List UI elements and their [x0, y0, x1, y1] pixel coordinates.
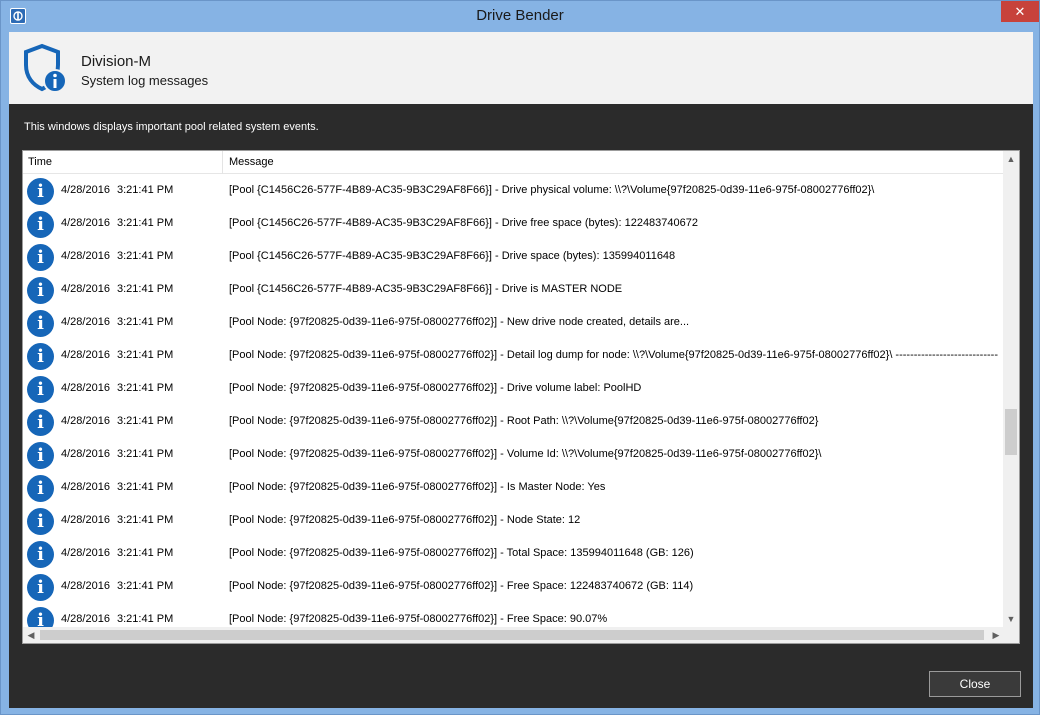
row-time: 3:21:41 PM: [117, 382, 174, 394]
row-message: [Pool {C1456C26-577F-4B89-AC35-9B3C29AF8…: [229, 217, 698, 229]
dialog-body: Division-M System log messages This wind…: [9, 32, 1033, 708]
row-time: 3:21:41 PM: [117, 184, 174, 196]
log-rows: i 4/28/2016 3:21:41 PM [Pool {C1456C26-577F…: [23, 174, 1004, 627]
row-message: [Pool Node: {97f20825-0d39-11e6-975f-080…: [229, 580, 694, 592]
info-icon: i: [27, 508, 54, 535]
table-row[interactable]: i 4/28/2016 3:21:41 PM [Pool Node: {97f2082…: [23, 504, 1004, 537]
info-icon: i: [27, 178, 54, 205]
description-text: This windows displays important pool rel…: [24, 121, 319, 133]
row-time: 3:21:41 PM: [117, 547, 174, 559]
row-time: 3:21:41 PM: [117, 349, 174, 361]
scroll-right-arrow[interactable]: ▶: [988, 627, 1004, 643]
window-title: Drive Bender: [476, 7, 564, 24]
column-header: Time Message: [23, 151, 1004, 174]
column-header-time[interactable]: Time: [28, 156, 52, 168]
row-time: 3:21:41 PM: [117, 415, 174, 427]
row-date: 4/28/2016: [61, 316, 110, 328]
table-row[interactable]: i 4/28/2016 3:21:41 PM [Pool Node: {97f2082…: [23, 570, 1004, 603]
company-name: Division-M: [81, 53, 152, 70]
row-time: 3:21:41 PM: [117, 283, 174, 295]
log-list[interactable]: Time Message i 4/28/2016 3:21:41 PM [Pool {…: [22, 150, 1020, 644]
row-time: 3:21:41 PM: [117, 217, 174, 229]
info-icon: i: [27, 277, 54, 304]
title-bar[interactable]: Drive Bender ✕: [1, 1, 1039, 32]
row-time: 3:21:41 PM: [117, 316, 174, 328]
info-icon: i: [27, 244, 54, 271]
table-row[interactable]: i 4/28/2016 3:21:41 PM [Pool {C1456C26-577F…: [23, 273, 1004, 306]
row-time: 3:21:41 PM: [117, 448, 174, 460]
row-date: 4/28/2016: [61, 184, 110, 196]
row-message: [Pool Node: {97f20825-0d39-11e6-975f-080…: [229, 349, 998, 361]
vertical-scrollbar[interactable]: ▲ ▼: [1003, 151, 1019, 627]
row-date: 4/28/2016: [61, 382, 110, 394]
row-date: 4/28/2016: [61, 514, 110, 526]
row-date: 4/28/2016: [61, 415, 110, 427]
close-button[interactable]: Close: [929, 671, 1021, 697]
row-date: 4/28/2016: [61, 283, 110, 295]
horizontal-scrollbar[interactable]: ◀ ▶: [23, 627, 1004, 643]
table-row[interactable]: i 4/28/2016 3:21:41 PM [Pool Node: {97f2082…: [23, 339, 1004, 372]
info-icon: i: [27, 574, 54, 601]
scrollbar-corner: [1003, 627, 1019, 643]
row-date: 4/28/2016: [61, 580, 110, 592]
info-icon: i: [27, 409, 54, 436]
info-icon: i: [27, 442, 54, 469]
table-row[interactable]: i 4/28/2016 3:21:41 PM [Pool Node: {97f2082…: [23, 405, 1004, 438]
row-message: [Pool {C1456C26-577F-4B89-AC35-9B3C29AF8…: [229, 250, 676, 262]
row-message: [Pool Node: {97f20825-0d39-11e6-975f-080…: [229, 382, 642, 394]
row-date: 4/28/2016: [61, 613, 110, 625]
row-time: 3:21:41 PM: [117, 514, 174, 526]
row-message: [Pool {C1456C26-577F-4B89-AC35-9B3C29AF8…: [229, 184, 875, 196]
dialog-header: Division-M System log messages: [9, 32, 1033, 104]
row-message: [Pool Node: {97f20825-0d39-11e6-975f-080…: [229, 514, 581, 526]
table-row[interactable]: i 4/28/2016 3:21:41 PM [Pool Node: {97f2082…: [23, 603, 1004, 627]
row-date: 4/28/2016: [61, 217, 110, 229]
info-icon: i: [27, 607, 54, 627]
column-header-message[interactable]: Message: [229, 156, 274, 168]
table-row[interactable]: i 4/28/2016 3:21:41 PM [Pool Node: {97f2082…: [23, 372, 1004, 405]
dialog-subtitle: System log messages: [81, 73, 209, 88]
table-row[interactable]: i 4/28/2016 3:21:41 PM [Pool {C1456C26-577F…: [23, 174, 1004, 207]
column-divider[interactable]: [222, 151, 223, 174]
info-icon: i: [27, 475, 54, 502]
scroll-down-arrow[interactable]: ▼: [1003, 611, 1019, 627]
table-row[interactable]: i 4/28/2016 3:21:41 PM [Pool {C1456C26-577F…: [23, 207, 1004, 240]
table-row[interactable]: i 4/28/2016 3:21:41 PM [Pool Node: {97f2082…: [23, 471, 1004, 504]
row-message: [Pool Node: {97f20825-0d39-11e6-975f-080…: [229, 481, 606, 493]
row-time: 3:21:41 PM: [117, 250, 174, 262]
row-message: [Pool Node: {97f20825-0d39-11e6-975f-080…: [229, 415, 819, 427]
info-icon: i: [27, 310, 54, 337]
row-date: 4/28/2016: [61, 481, 110, 493]
row-message: [Pool Node: {97f20825-0d39-11e6-975f-080…: [229, 547, 694, 559]
row-message: [Pool Node: {97f20825-0d39-11e6-975f-080…: [229, 613, 608, 625]
row-time: 3:21:41 PM: [117, 481, 174, 493]
row-message: [Pool Node: {97f20825-0d39-11e6-975f-080…: [229, 448, 822, 460]
vertical-scroll-thumb[interactable]: [1005, 409, 1017, 455]
row-message: [Pool {C1456C26-577F-4B89-AC35-9B3C29AF8…: [229, 283, 623, 295]
info-icon: i: [27, 376, 54, 403]
app-window: Drive Bender ✕ Division-M System log mes…: [0, 0, 1040, 715]
scroll-left-arrow[interactable]: ◀: [23, 627, 39, 643]
table-row[interactable]: i 4/28/2016 3:21:41 PM [Pool {C1456C26-577F…: [23, 240, 1004, 273]
row-time: 3:21:41 PM: [117, 580, 174, 592]
row-date: 4/28/2016: [61, 547, 110, 559]
table-row[interactable]: i 4/28/2016 3:21:41 PM [Pool Node: {97f2082…: [23, 306, 1004, 339]
info-icon: i: [27, 343, 54, 370]
row-date: 4/28/2016: [61, 250, 110, 262]
row-message: [Pool Node: {97f20825-0d39-11e6-975f-080…: [229, 316, 690, 328]
row-date: 4/28/2016: [61, 448, 110, 460]
scroll-up-arrow[interactable]: ▲: [1003, 151, 1019, 167]
row-time: 3:21:41 PM: [117, 613, 174, 625]
table-row[interactable]: i 4/28/2016 3:21:41 PM [Pool Node: {97f2082…: [23, 438, 1004, 471]
table-row[interactable]: i 4/28/2016 3:21:41 PM [Pool Node: {97f2082…: [23, 537, 1004, 570]
horizontal-scroll-thumb[interactable]: [40, 630, 984, 640]
window-close-button[interactable]: ✕: [1001, 1, 1039, 22]
row-date: 4/28/2016: [61, 349, 110, 361]
info-icon: i: [27, 541, 54, 568]
shield-info-icon: [24, 43, 67, 93]
info-icon: i: [27, 211, 54, 238]
